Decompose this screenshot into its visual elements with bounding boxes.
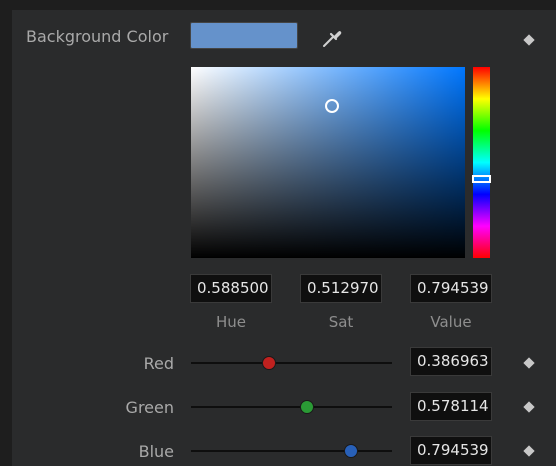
color-selector-handle[interactable] <box>324 99 339 114</box>
value-caption: Value <box>430 313 472 331</box>
red-slider-track[interactable] <box>191 356 392 370</box>
saturation-field[interactable]: 0.512970 <box>300 274 382 303</box>
green-slider-knob[interactable] <box>300 400 315 414</box>
eyedropper-icon[interactable] <box>319 25 345 51</box>
value-gradient <box>191 67 465 258</box>
saturation-value-picker[interactable] <box>191 67 465 258</box>
blue-field[interactable]: 0.794539 <box>410 436 492 465</box>
green-label: Green <box>125 398 174 417</box>
blue-label: Blue <box>138 442 174 461</box>
blue-slider-knob[interactable] <box>343 444 358 458</box>
background-color-label: Background Color <box>26 27 169 46</box>
hue-caption: Hue <box>215 313 246 331</box>
red-label: Red <box>143 354 174 373</box>
blue-slider-track[interactable] <box>191 444 392 458</box>
red-slider-knob[interactable] <box>261 356 276 370</box>
saturation-caption: Sat <box>328 313 354 331</box>
value-field[interactable]: 0.794539 <box>410 274 492 303</box>
green-slider-track[interactable] <box>191 400 392 414</box>
background-color-swatch[interactable] <box>190 22 298 49</box>
red-field[interactable]: 0.386963 <box>410 347 492 376</box>
hue-field[interactable]: 0.588500 <box>190 274 272 303</box>
green-field[interactable]: 0.578114 <box>410 392 492 421</box>
hue-slider[interactable] <box>472 67 491 258</box>
hue-slider-handle[interactable] <box>472 175 491 184</box>
